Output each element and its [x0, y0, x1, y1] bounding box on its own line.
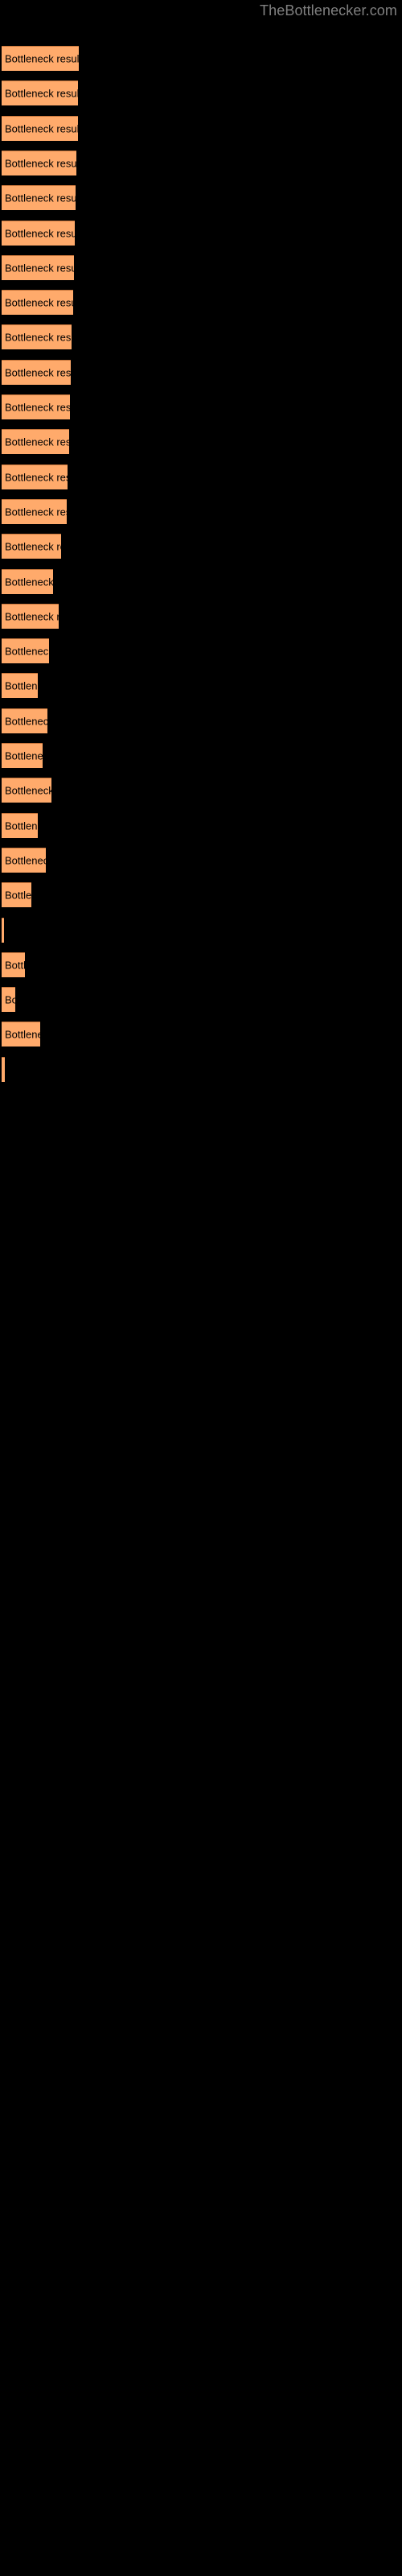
bar[interactable]: Bottleneck result: [2, 708, 47, 733]
bar[interactable]: Bottleneck result: [2, 882, 31, 908]
bar[interactable]: Bottleneck result: [2, 150, 76, 175]
chart-root: TheBottlenecker.com Bottleneck result Bot…: [0, 0, 402, 2576]
bar-label: Bottleneck result: [5, 610, 59, 623]
bar-label: Bottleneck result: [5, 471, 68, 484]
bar-label: Bottleneck result: [5, 715, 47, 728]
bar[interactable]: Bottleneck result: [2, 359, 71, 385]
bar-label: Bottleneck result: [5, 576, 53, 588]
bar-label: Bottleneck result: [5, 889, 31, 902]
bar-chart-plot-area: Bottleneck result Bottleneck result Bottle…: [0, 0, 402, 2576]
bar[interactable]: Bottleneck result: [2, 185, 76, 211]
bar[interactable]: Bottleneck result: [2, 673, 38, 699]
bar[interactable]: Bottleneck result: [2, 429, 69, 455]
bar[interactable]: Bottleneck result: [2, 464, 68, 489]
bar[interactable]: Bottleneck result: [2, 987, 15, 1013]
bar[interactable]: Bottleneck result: [2, 498, 67, 524]
bar-label: Bottleneck result: [5, 959, 25, 972]
bar[interactable]: Bottleneck result: [2, 115, 78, 141]
bar-label: Bottleneck result: [5, 993, 15, 1006]
bar[interactable]: Bottleneck result: [2, 254, 74, 280]
bar[interactable]: Bottleneck result: [2, 290, 73, 316]
bar-label: Bottleneck result: [5, 854, 46, 867]
bar-label: Bottleneck result: [5, 331, 72, 344]
bar[interactable]: Bottleneck result: [2, 638, 49, 664]
bar[interactable]: Bottleneck result: [2, 917, 4, 943]
bar-label: Bottleneck result: [5, 87, 78, 100]
bar[interactable]: Bottleneck result: [2, 603, 59, 629]
bar-label: Bottleneck result: [5, 296, 73, 309]
bar[interactable]: Bottleneck result: [2, 743, 43, 768]
bar-label: Bottleneck result: [5, 506, 67, 518]
bar[interactable]: Bottleneck result: [2, 324, 72, 350]
bar[interactable]: Bottleneck result: [2, 220, 75, 246]
bar-label: Bottleneck result: [5, 227, 75, 239]
bar-label: Bottleneck result: [5, 1028, 40, 1041]
bar[interactable]: Bottleneck result: [2, 534, 61, 559]
bar[interactable]: Bottleneck result: [2, 847, 46, 873]
bar[interactable]: Bottleneck result: [2, 1022, 40, 1047]
bar[interactable]: Bottleneck result: [2, 812, 38, 838]
bar[interactable]: Bottleneck result: [2, 952, 25, 977]
bar-label: Bottleneck result: [5, 540, 61, 553]
bar[interactable]: Bottleneck result: [2, 1056, 5, 1082]
bar-label: Bottleneck result: [5, 366, 71, 379]
bar-label: Bottleneck result: [5, 819, 38, 832]
bar[interactable]: Bottleneck result: [2, 778, 51, 803]
bar[interactable]: Bottleneck result: [2, 46, 79, 71]
bar-label: Bottleneck result: [5, 262, 74, 275]
bar-label: Bottleneck result: [5, 401, 70, 414]
bar-label: Bottleneck result: [5, 784, 51, 797]
bar-label: Bottleneck result: [5, 645, 49, 658]
bar[interactable]: Bottleneck result: [2, 568, 53, 594]
bar-label: Bottleneck result: [5, 52, 79, 65]
bar[interactable]: Bottleneck result: [2, 394, 70, 419]
bar-label: Bottleneck result: [5, 122, 78, 135]
bar-label: Bottleneck result: [5, 436, 69, 448]
bar-label: Bottleneck result: [5, 749, 43, 762]
bar[interactable]: Bottleneck result: [2, 80, 78, 106]
bar-label: Bottleneck result: [5, 157, 76, 170]
bar-label: Bottleneck result: [5, 192, 76, 204]
bar-label: Bottleneck result: [5, 679, 38, 692]
